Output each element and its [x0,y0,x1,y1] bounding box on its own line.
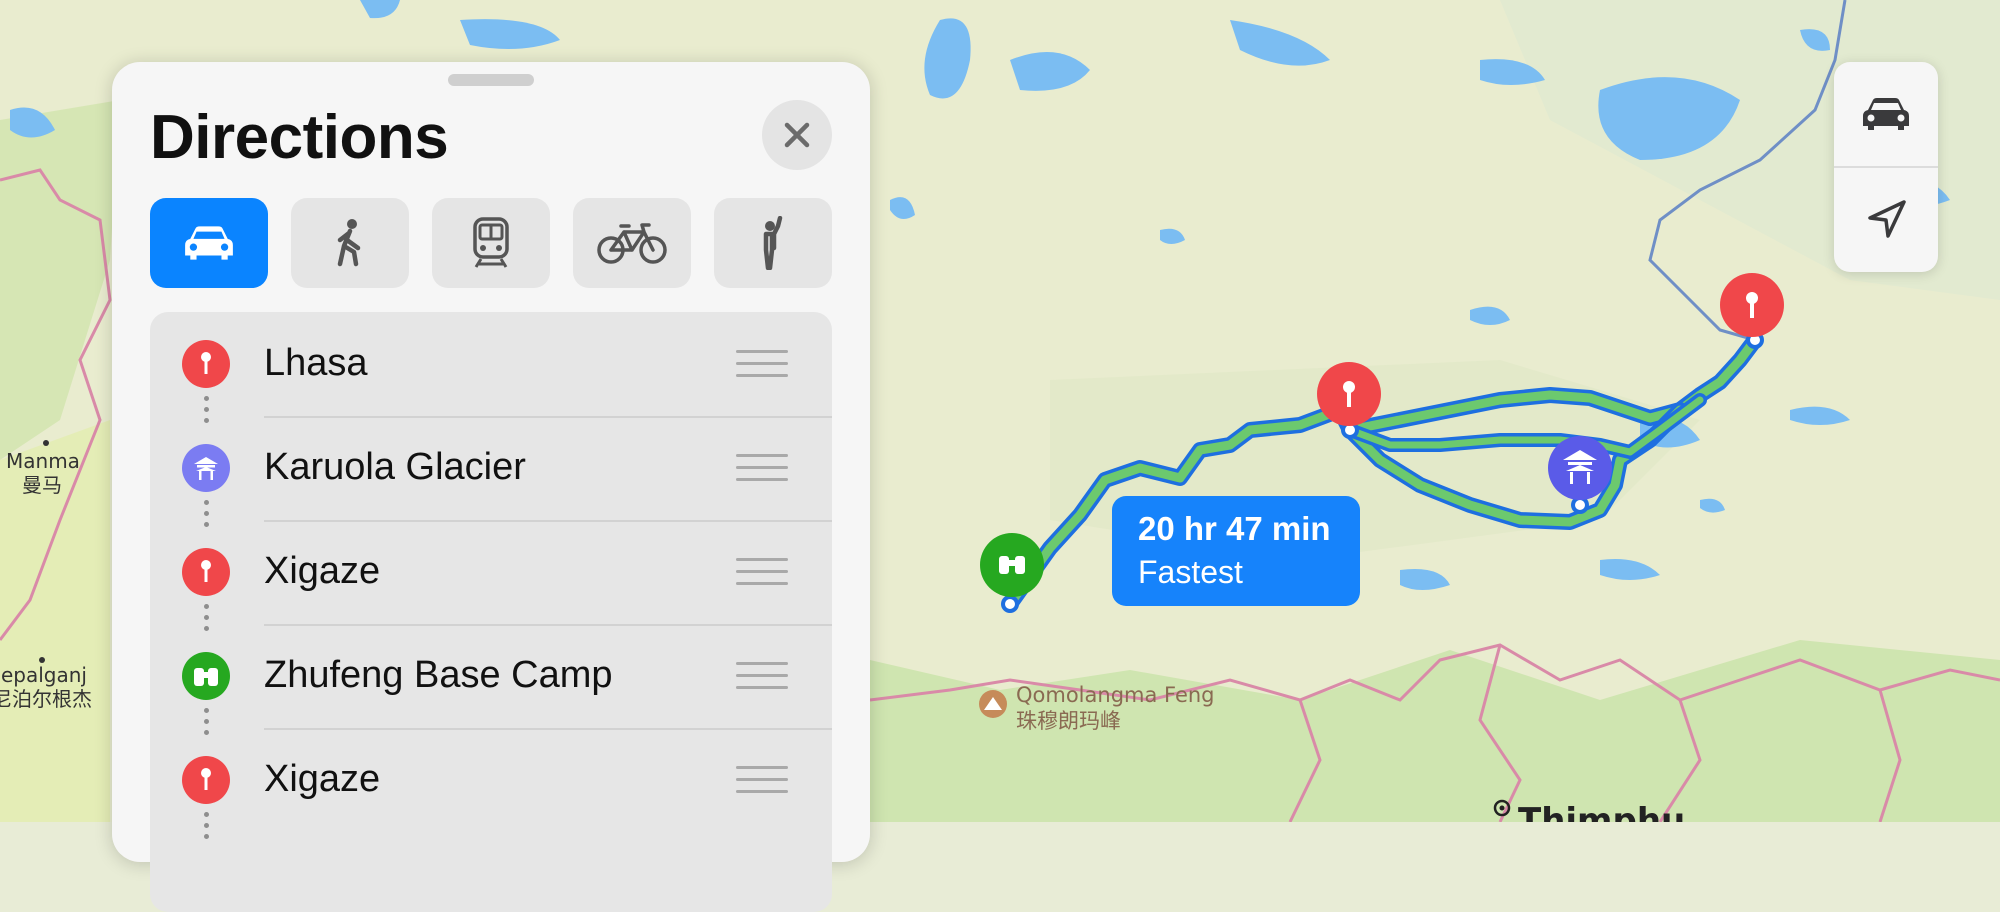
mode-walk-button[interactable] [291,198,409,288]
mountain-icon[interactable] [979,690,1007,718]
stop-label: Xigaze [264,758,381,800]
reorder-handle[interactable] [736,662,788,692]
stop-label: Xigaze [264,550,381,592]
pin-icon [182,756,230,804]
route-time: 20 hr 47 min [1138,510,1331,547]
route-callout[interactable]: 20 hr 47 min Fastest [1112,496,1360,606]
stop-item-lhasa[interactable]: Lhasa [150,312,832,416]
map-label-nepalganj-zh[interactable]: 尼泊尔根杰 [0,687,92,711]
car-icon [1863,98,1909,130]
mode-drive-button[interactable] [150,198,268,288]
stop-label: Zhufeng Base Camp [264,654,613,696]
map-pin-lhasa[interactable] [1720,273,1784,337]
reorder-handle[interactable] [736,454,788,484]
stop-label: Karuola Glacier [264,446,526,488]
stop-item-zhufeng-base-camp[interactable]: Zhufeng Base Camp [150,624,832,728]
walking-person-icon [337,219,361,267]
panel-title: Directions [150,103,449,172]
bicycle-icon [597,223,667,264]
map-pin-xigaze[interactable] [1317,362,1381,426]
map-label-manma-zh[interactable]: 曼马 [22,473,62,497]
mode-ride-share-button[interactable] [714,198,832,288]
binoculars-icon [182,652,230,700]
pin-icon [182,340,230,388]
reorder-handle[interactable] [736,558,788,588]
stop-item-xigaze[interactable]: Xigaze [150,520,832,624]
map-label-nepalganj[interactable]: Nepalganj [0,663,87,687]
hailing-person-icon [763,216,783,270]
location-arrow-icon [1868,200,1906,238]
reorder-handle[interactable] [736,350,788,380]
stop-item-xigaze-return[interactable]: Xigaze [150,728,832,832]
pagoda-icon [182,444,230,492]
map-label-thimphu[interactable]: Thimphu [1518,801,1685,822]
map-pin-zhufeng-base-camp[interactable] [980,533,1044,597]
map-label-qomolangma-zh[interactable]: 珠穆朗玛峰 [1016,709,1121,733]
car-icon [185,226,233,260]
route-label: Fastest [1138,554,1243,590]
close-button[interactable] [762,100,832,170]
stop-item-karuola-glacier[interactable]: Karuola Glacier [150,416,832,520]
transport-mode-selector [150,198,832,288]
stop-label: Lhasa [264,342,368,384]
train-icon [473,217,509,268]
driving-mode-button[interactable] [1834,62,1938,166]
current-location-button[interactable] [1834,168,1938,272]
map-label-qomolangma[interactable]: Qomolangma Feng [1016,683,1215,707]
map-label-manma[interactable]: Manma [6,449,80,473]
reorder-handle[interactable] [736,766,788,796]
mode-transit-button[interactable] [432,198,550,288]
pin-icon [182,548,230,596]
stops-list: Lhasa Karuola Glacier Xigaze Zhufeng Bas… [150,312,832,912]
close-icon [784,122,810,148]
directions-panel: Directions Lhasa Karuola Glacier Xigaze … [112,62,870,912]
map-controls [1834,62,1938,272]
map-pin-karuola-glacier[interactable] [1548,436,1612,500]
panel-grabber[interactable] [448,74,534,86]
mode-cycle-button[interactable] [573,198,691,288]
stop-connector [204,812,209,845]
